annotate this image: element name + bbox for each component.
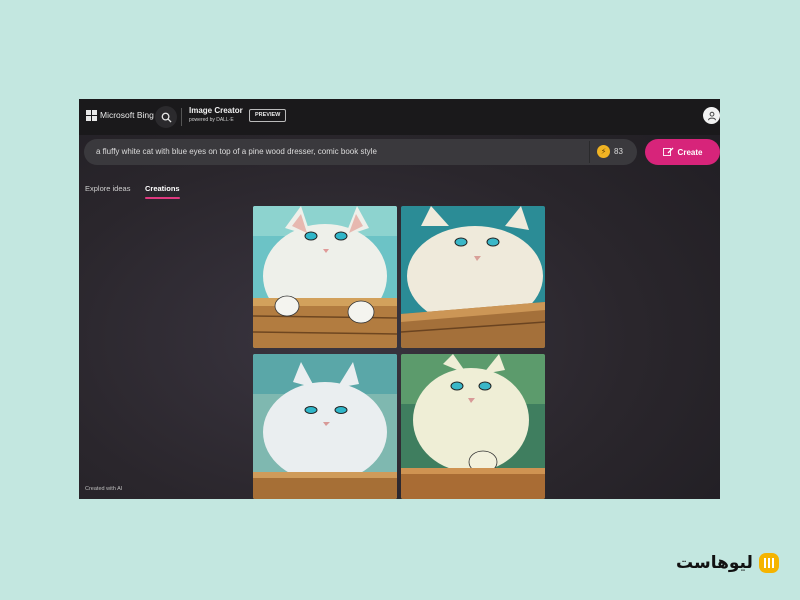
watermark: لیوهاست — [676, 552, 780, 574]
search-button[interactable] — [155, 106, 177, 128]
cat-image-4 — [401, 354, 545, 499]
microsoft-logo-icon[interactable] — [86, 110, 97, 121]
generated-image-2[interactable] — [401, 206, 545, 348]
top-bar: Microsoft Bing Image Creator powered by … — [79, 99, 720, 135]
user-icon — [707, 111, 716, 120]
header-divider — [181, 108, 182, 126]
generated-image-3[interactable] — [253, 354, 397, 499]
watermark-text: لیوهاست — [676, 553, 753, 573]
cat-image-1 — [253, 206, 397, 348]
generated-image-1[interactable] — [253, 206, 397, 348]
active-tab-indicator — [145, 197, 180, 199]
liquid-logo-icon — [758, 553, 779, 573]
boost-count: 83 — [614, 147, 623, 156]
create-button[interactable]: Create — [645, 139, 720, 165]
prompt-input[interactable]: a fluffy white cat with blue eyes on top… — [96, 147, 377, 156]
preview-badge: PREVIEW — [249, 109, 287, 122]
prompt-divider — [589, 141, 590, 163]
created-with-ai-label: Created with AI — [85, 486, 123, 492]
tab-explore-ideas[interactable]: Explore ideas — [85, 184, 130, 193]
generated-image-4[interactable] — [401, 354, 545, 499]
tab-creations[interactable]: Creations — [145, 184, 180, 193]
cat-image-2 — [401, 206, 545, 348]
app-title: Image Creator — [189, 106, 243, 115]
brand-name[interactable]: Microsoft Bing — [100, 110, 154, 120]
prompt-input-bar[interactable]: a fluffy white cat with blue eyes on top… — [84, 139, 637, 165]
browser-screenshot: Microsoft Bing Image Creator powered by … — [79, 99, 720, 499]
app-subtitle: powered by DALL·E — [189, 117, 234, 123]
user-avatar[interactable] — [703, 107, 720, 124]
cat-image-3 — [253, 354, 397, 499]
boost-icon[interactable]: ⚡ — [597, 145, 610, 158]
pencil-icon — [662, 147, 674, 156]
search-icon — [161, 112, 172, 123]
create-button-label: Create — [677, 147, 703, 157]
